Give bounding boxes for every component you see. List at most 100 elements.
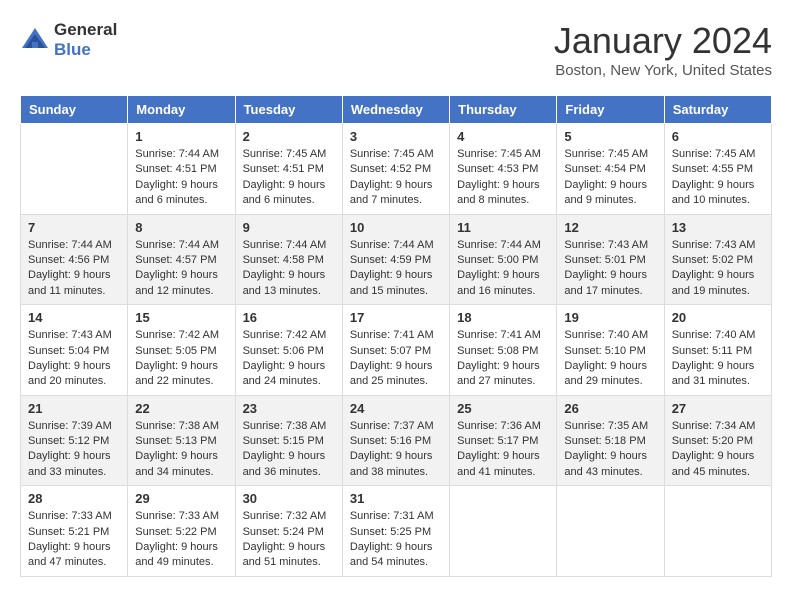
day-header-monday: Monday [128, 96, 235, 124]
day-content: Sunrise: 7:33 AM Sunset: 5:21 PM Dayligh… [28, 509, 120, 571]
day-number: 24 [350, 401, 442, 416]
calendar-cell: 15 Sunrise: 7:42 AM Sunset: 5:05 PM Dayli… [128, 305, 235, 396]
day-number: 28 [28, 491, 120, 506]
day-content: Sunrise: 7:44 AM Sunset: 5:00 PM Dayligh… [457, 238, 549, 300]
day-content: Sunrise: 7:45 AM Sunset: 4:53 PM Dayligh… [457, 147, 549, 209]
day-content: Sunrise: 7:40 AM Sunset: 5:11 PM Dayligh… [672, 328, 764, 390]
day-number: 16 [243, 310, 335, 325]
day-content: Sunrise: 7:44 AM Sunset: 4:51 PM Dayligh… [135, 147, 227, 209]
day-header-tuesday: Tuesday [235, 96, 342, 124]
calendar-week-4: 21 Sunrise: 7:39 AM Sunset: 5:12 PM Dayli… [21, 395, 772, 486]
day-content: Sunrise: 7:34 AM Sunset: 5:20 PM Dayligh… [672, 419, 764, 481]
month-title: January 2024 [554, 20, 772, 62]
day-content: Sunrise: 7:31 AM Sunset: 5:25 PM Dayligh… [350, 509, 442, 571]
calendar-cell: 29Sunrise: 7:33 AM Sunset: 5:22 PM Dayli… [128, 486, 235, 577]
logo: General Blue [20, 20, 117, 60]
header: General Blue January 2024 Boston, New Yo… [20, 20, 772, 79]
logo-blue: Blue [54, 40, 91, 59]
day-number: 26 [564, 401, 656, 416]
location-title: Boston, New York, United States [554, 62, 772, 79]
calendar-cell: 24Sunrise: 7:37 AM Sunset: 5:16 PM Dayli… [342, 395, 449, 486]
day-number: 10 [350, 220, 442, 235]
day-number: 29 [135, 491, 227, 506]
day-number: 11 [457, 220, 549, 235]
day-number: 15 [135, 310, 227, 325]
calendar-cell: 31 Sunrise: 7:31 AM Sunset: 5:25 PM Dayli… [342, 486, 449, 577]
calendar-cell: 4 Sunrise: 7:45 AM Sunset: 4:53 PM Daylig… [450, 124, 557, 215]
calendar-cell [450, 486, 557, 577]
day-content: Sunrise: 7:35 AM Sunset: 5:18 PM Dayligh… [564, 419, 656, 481]
day-number: 4 [457, 129, 549, 144]
calendar: SundayMondayTuesdayWednesdayThursdayFrid… [20, 95, 772, 577]
day-number: 23 [243, 401, 335, 416]
calendar-week-2: 7 Sunrise: 7:44 AM Sunset: 4:56 PM Daylig… [21, 214, 772, 305]
calendar-cell: 9Sunrise: 7:44 AM Sunset: 4:58 PM Daylig… [235, 214, 342, 305]
day-number: 13 [672, 220, 764, 235]
day-number: 14 [28, 310, 120, 325]
calendar-cell: 3Sunrise: 7:45 AM Sunset: 4:52 PM Daylig… [342, 124, 449, 215]
day-number: 6 [672, 129, 764, 144]
calendar-cell: 17 Sunrise: 7:41 AM Sunset: 5:07 PM Dayli… [342, 305, 449, 396]
day-content: Sunrise: 7:43 AM Sunset: 5:01 PM Dayligh… [564, 238, 656, 300]
calendar-cell: 7 Sunrise: 7:44 AM Sunset: 4:56 PM Daylig… [21, 214, 128, 305]
logo-icon [20, 26, 50, 54]
calendar-cell: 1 Sunrise: 7:44 AM Sunset: 4:51 PM Daylig… [128, 124, 235, 215]
day-number: 19 [564, 310, 656, 325]
calendar-cell: 19Sunrise: 7:40 AM Sunset: 5:10 PM Dayli… [557, 305, 664, 396]
day-number: 7 [28, 220, 120, 235]
calendar-cell: 27 Sunrise: 7:34 AM Sunset: 5:20 PM Dayli… [664, 395, 771, 486]
day-number: 20 [672, 310, 764, 325]
calendar-cell: 23 Sunrise: 7:38 AM Sunset: 5:15 PM Dayli… [235, 395, 342, 486]
calendar-cell: 26 Sunrise: 7:35 AM Sunset: 5:18 PM Dayli… [557, 395, 664, 486]
day-header-thursday: Thursday [450, 96, 557, 124]
calendar-cell: 2Sunrise: 7:45 AM Sunset: 4:51 PM Daylig… [235, 124, 342, 215]
calendar-cell: 14 Sunrise: 7:43 AM Sunset: 5:04 PM Dayli… [21, 305, 128, 396]
day-number: 1 [135, 129, 227, 144]
calendar-cell: 10 Sunrise: 7:44 AM Sunset: 4:59 PM Dayli… [342, 214, 449, 305]
day-content: Sunrise: 7:45 AM Sunset: 4:55 PM Dayligh… [672, 147, 764, 209]
day-content: Sunrise: 7:39 AM Sunset: 5:12 PM Dayligh… [28, 419, 120, 481]
day-header-saturday: Saturday [664, 96, 771, 124]
day-content: Sunrise: 7:38 AM Sunset: 5:15 PM Dayligh… [243, 419, 335, 481]
calendar-cell: 5Sunrise: 7:45 AM Sunset: 4:54 PM Daylig… [557, 124, 664, 215]
calendar-header-row: SundayMondayTuesdayWednesdayThursdayFrid… [21, 96, 772, 124]
calendar-cell: 28 Sunrise: 7:33 AM Sunset: 5:21 PM Dayli… [21, 486, 128, 577]
title-area: January 2024 Boston, New York, United St… [554, 20, 772, 79]
calendar-cell [557, 486, 664, 577]
day-content: Sunrise: 7:43 AM Sunset: 5:04 PM Dayligh… [28, 328, 120, 390]
day-content: Sunrise: 7:36 AM Sunset: 5:17 PM Dayligh… [457, 419, 549, 481]
calendar-cell: 8 Sunrise: 7:44 AM Sunset: 4:57 PM Daylig… [128, 214, 235, 305]
day-content: Sunrise: 7:41 AM Sunset: 5:07 PM Dayligh… [350, 328, 442, 390]
calendar-cell: 21 Sunrise: 7:39 AM Sunset: 5:12 PM Dayli… [21, 395, 128, 486]
day-content: Sunrise: 7:45 AM Sunset: 4:51 PM Dayligh… [243, 147, 335, 209]
calendar-cell: 13Sunrise: 7:43 AM Sunset: 5:02 PM Dayli… [664, 214, 771, 305]
day-number: 9 [243, 220, 335, 235]
calendar-cell: 18Sunrise: 7:41 AM Sunset: 5:08 PM Dayli… [450, 305, 557, 396]
calendar-cell: 30Sunrise: 7:32 AM Sunset: 5:24 PM Dayli… [235, 486, 342, 577]
calendar-cell: 25Sunrise: 7:36 AM Sunset: 5:17 PM Dayli… [450, 395, 557, 486]
day-content: Sunrise: 7:44 AM Sunset: 4:56 PM Dayligh… [28, 238, 120, 300]
day-content: Sunrise: 7:42 AM Sunset: 5:06 PM Dayligh… [243, 328, 335, 390]
day-number: 21 [28, 401, 120, 416]
day-content: Sunrise: 7:45 AM Sunset: 4:52 PM Dayligh… [350, 147, 442, 209]
calendar-week-1: 1 Sunrise: 7:44 AM Sunset: 4:51 PM Daylig… [21, 124, 772, 215]
day-number: 27 [672, 401, 764, 416]
day-number: 17 [350, 310, 442, 325]
day-content: Sunrise: 7:38 AM Sunset: 5:13 PM Dayligh… [135, 419, 227, 481]
calendar-cell: 6 Sunrise: 7:45 AM Sunset: 4:55 PM Daylig… [664, 124, 771, 215]
calendar-cell: 20 Sunrise: 7:40 AM Sunset: 5:11 PM Dayli… [664, 305, 771, 396]
day-number: 5 [564, 129, 656, 144]
day-content: Sunrise: 7:44 AM Sunset: 4:57 PM Dayligh… [135, 238, 227, 300]
logo-text: General Blue [54, 20, 117, 60]
day-number: 12 [564, 220, 656, 235]
day-number: 31 [350, 491, 442, 506]
day-content: Sunrise: 7:44 AM Sunset: 4:59 PM Dayligh… [350, 238, 442, 300]
day-header-friday: Friday [557, 96, 664, 124]
day-number: 18 [457, 310, 549, 325]
calendar-cell: 11 Sunrise: 7:44 AM Sunset: 5:00 PM Dayli… [450, 214, 557, 305]
calendar-week-5: 28 Sunrise: 7:33 AM Sunset: 5:21 PM Dayli… [21, 486, 772, 577]
day-number: 8 [135, 220, 227, 235]
day-number: 22 [135, 401, 227, 416]
day-content: Sunrise: 7:42 AM Sunset: 5:05 PM Dayligh… [135, 328, 227, 390]
calendar-cell: 22 Sunrise: 7:38 AM Sunset: 5:13 PM Dayli… [128, 395, 235, 486]
